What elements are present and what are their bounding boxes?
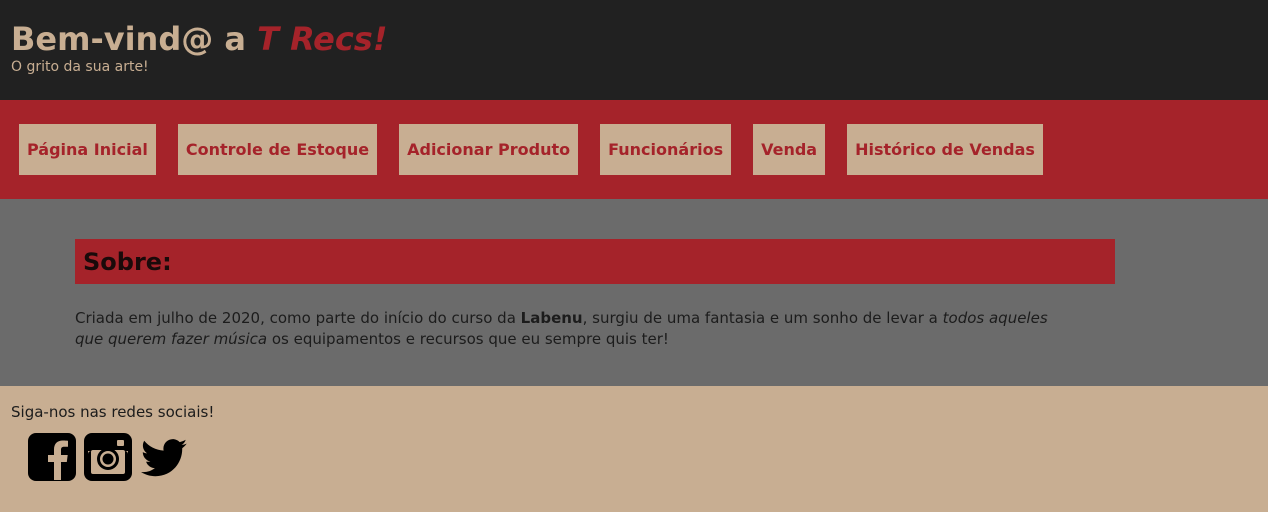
about-text-part2: , surgiu de uma fantasia e um sonho de l… (582, 309, 943, 327)
about-text-part1: Criada em julho de 2020, como parte do i… (75, 309, 521, 327)
site-tagline: O grito da sua arte! (11, 59, 149, 75)
nav-employees-button[interactable]: Funcionários (600, 124, 732, 175)
nav-stock-control-button[interactable]: Controle de Estoque (177, 124, 378, 175)
instagram-icon[interactable] (83, 432, 133, 482)
site-footer: Siga-nos nas redes sociais! (0, 386, 1268, 512)
brand-name: T Recs! (257, 20, 388, 58)
about-text: Criada em julho de 2020, como parte do i… (75, 308, 1065, 350)
social-links (27, 432, 1257, 482)
about-text-part3: os equipamentos e recursos que eu sempre… (267, 330, 669, 348)
follow-text: Siga-nos nas redes sociais! (11, 403, 215, 421)
nav-home-button[interactable]: Página Inicial (19, 124, 156, 175)
about-header: Sobre: (75, 239, 1115, 284)
nav-sale-button[interactable]: Venda (753, 124, 826, 175)
about-title: Sobre: (83, 247, 172, 276)
nav-sales-history-button[interactable]: Histórico de Vendas (847, 124, 1043, 175)
nav-add-product-button[interactable]: Adicionar Produto (399, 124, 579, 175)
twitter-icon[interactable] (139, 432, 189, 482)
main-nav: Página Inicial Controle de Estoque Adici… (0, 100, 1268, 199)
about-text-labenu: Labenu (520, 309, 583, 327)
site-header: Bem-vind@ a T Recs! O grito da sua arte! (0, 0, 1268, 100)
site-title: Bem-vind@ a T Recs! (11, 20, 1257, 58)
facebook-icon[interactable] (27, 432, 77, 482)
main-content: Sobre: Criada em julho de 2020, como par… (0, 199, 1268, 386)
site-title-prefix: Bem-vind@ a (11, 20, 258, 58)
